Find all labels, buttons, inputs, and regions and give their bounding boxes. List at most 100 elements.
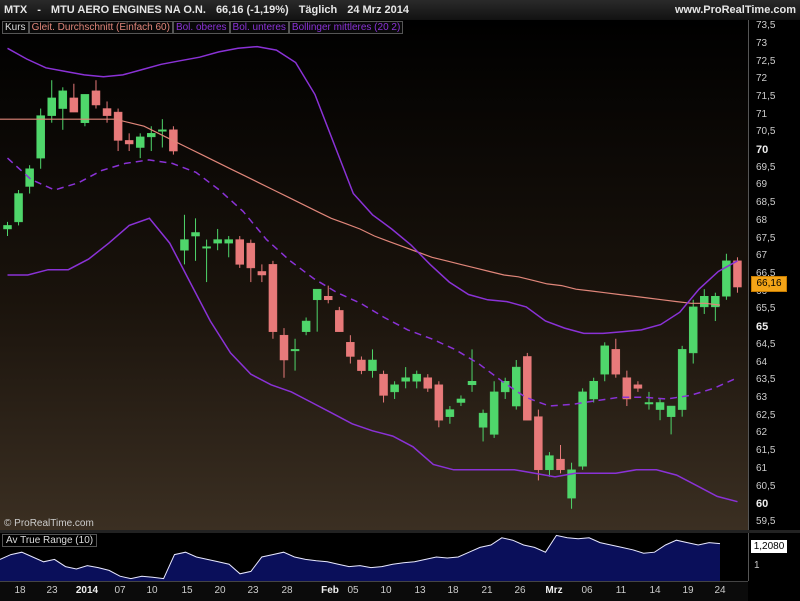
- candle: [556, 445, 565, 474]
- candle-body: [412, 373, 421, 382]
- candle: [567, 462, 576, 509]
- candle: [124, 133, 134, 152]
- candle-body: [390, 384, 399, 393]
- legend-bb-upper[interactable]: Bol. oberes: [172, 21, 230, 34]
- candle-body: [224, 239, 233, 244]
- candle-body: [534, 416, 543, 471]
- x-tick-label: 10: [380, 585, 392, 596]
- candle: [36, 108, 45, 169]
- candle-body: [36, 115, 45, 159]
- candle: [191, 218, 200, 261]
- x-tick-label: 06: [581, 585, 593, 596]
- bollinger-upper-line: [7, 45, 738, 335]
- symbol: MTX: [4, 4, 28, 16]
- price-plot[interactable]: [0, 20, 748, 530]
- candle-body: [335, 310, 344, 332]
- candle-body: [113, 111, 123, 141]
- site-link[interactable]: www.ProRealTime.com: [675, 4, 796, 16]
- candle: [357, 356, 366, 375]
- candle-body: [191, 232, 200, 237]
- candle: [213, 228, 222, 251]
- x-tick-label: 05: [347, 585, 359, 596]
- x-tick-label: Mrz: [545, 585, 563, 596]
- legend-bb-lower[interactable]: Bol. unteres: [229, 21, 289, 34]
- candle: [257, 264, 267, 283]
- candle: [666, 405, 676, 435]
- candle: [301, 317, 311, 336]
- candle-body: [600, 345, 609, 375]
- y-tick-label: 62,5: [756, 409, 776, 421]
- candle: [644, 391, 654, 410]
- candle: [445, 406, 455, 424]
- candle-body: [401, 377, 410, 382]
- candle-body: [423, 377, 433, 389]
- y-tick-label: 70: [756, 144, 769, 157]
- candle-body: [478, 412, 488, 428]
- price-axis[interactable]: 73,5 73 72,5 72 71,5 71 70,5 70 69,5 69 68,5 68 67,5…: [748, 20, 800, 530]
- period: Täglich: [298, 4, 338, 16]
- atr-legend[interactable]: Av True Range (10): [2, 534, 98, 547]
- candle-body: [279, 334, 289, 361]
- candle-body: [312, 288, 322, 301]
- candle-body: [700, 296, 709, 308]
- candle-body: [733, 260, 742, 288]
- chart-title: MTX - MTU AERO ENGINES NA O.N. 66,16 (-1,19…: [4, 4, 419, 16]
- candle-body: [47, 97, 56, 116]
- candle-body: [633, 384, 643, 389]
- candle: [246, 239, 256, 283]
- candle: [489, 381, 499, 438]
- y-tick-label: 63,5: [756, 374, 776, 386]
- candle-body: [611, 349, 621, 375]
- candle-body: [80, 94, 90, 123]
- y-tick-label: 60: [756, 498, 769, 511]
- y-tick-label: 61: [756, 462, 768, 474]
- candle-body: [147, 133, 156, 138]
- x-tick-label: 20: [214, 585, 226, 596]
- candle-body: [180, 239, 189, 251]
- legend: Kurs Gleit. Durchschnitt (Einfach 60) Bo…: [2, 21, 404, 34]
- x-tick-label: 10: [146, 585, 158, 596]
- legend-price[interactable]: Kurs: [2, 21, 29, 34]
- candle: [290, 338, 300, 371]
- y-tick-label: 68,5: [756, 197, 776, 209]
- atr-value-badge: 1,2080: [751, 540, 787, 553]
- candle-body: [257, 271, 267, 276]
- candle-body: [556, 458, 565, 471]
- candle: [224, 236, 233, 258]
- candle-body: [500, 381, 510, 393]
- y-tick-label: 64: [756, 356, 768, 368]
- candle: [589, 377, 598, 403]
- candle-body: [102, 108, 112, 116]
- y-tick-label: 65,5: [756, 303, 776, 315]
- candle: [700, 289, 709, 314]
- y-tick-label: 71,5: [756, 90, 776, 102]
- time-axis[interactable]: 18 23 2014 07 10 15 20 23 28 Feb 05 10 13 18 21 26 Mrz 06…: [0, 581, 748, 601]
- y-tick-label: 64,5: [756, 338, 776, 350]
- candle: [412, 370, 421, 389]
- candle: [279, 328, 289, 378]
- candle: [467, 349, 477, 392]
- legend-bb-middle[interactable]: Bollinger mittleres (20 2): [288, 21, 404, 34]
- candle: [722, 253, 731, 300]
- y-tick-label: 70,5: [756, 126, 776, 138]
- candle-body: [434, 384, 444, 421]
- candle-body: [213, 239, 222, 244]
- candle: [268, 260, 278, 339]
- candle: [14, 190, 23, 226]
- candle: [58, 87, 68, 130]
- y-tick-label: 61,5: [756, 445, 776, 457]
- legend-sma[interactable]: Gleit. Durchschnitt (Einfach 60): [28, 21, 173, 34]
- y-tick-label: 72,5: [756, 55, 776, 67]
- candle-body: [69, 97, 79, 113]
- y-tick-label: 71: [756, 108, 768, 120]
- atr-chart-svg: [0, 534, 721, 581]
- y-tick-label: 65: [756, 321, 769, 334]
- candle: [91, 80, 101, 109]
- x-tick-label: 18: [14, 585, 26, 596]
- candle: [401, 367, 410, 389]
- atr-plot[interactable]: [0, 533, 748, 581]
- x-tick-label: 14: [649, 585, 661, 596]
- candle: [434, 381, 444, 428]
- copyright: © ProRealTime.com: [4, 518, 94, 529]
- candle-body: [655, 402, 665, 410]
